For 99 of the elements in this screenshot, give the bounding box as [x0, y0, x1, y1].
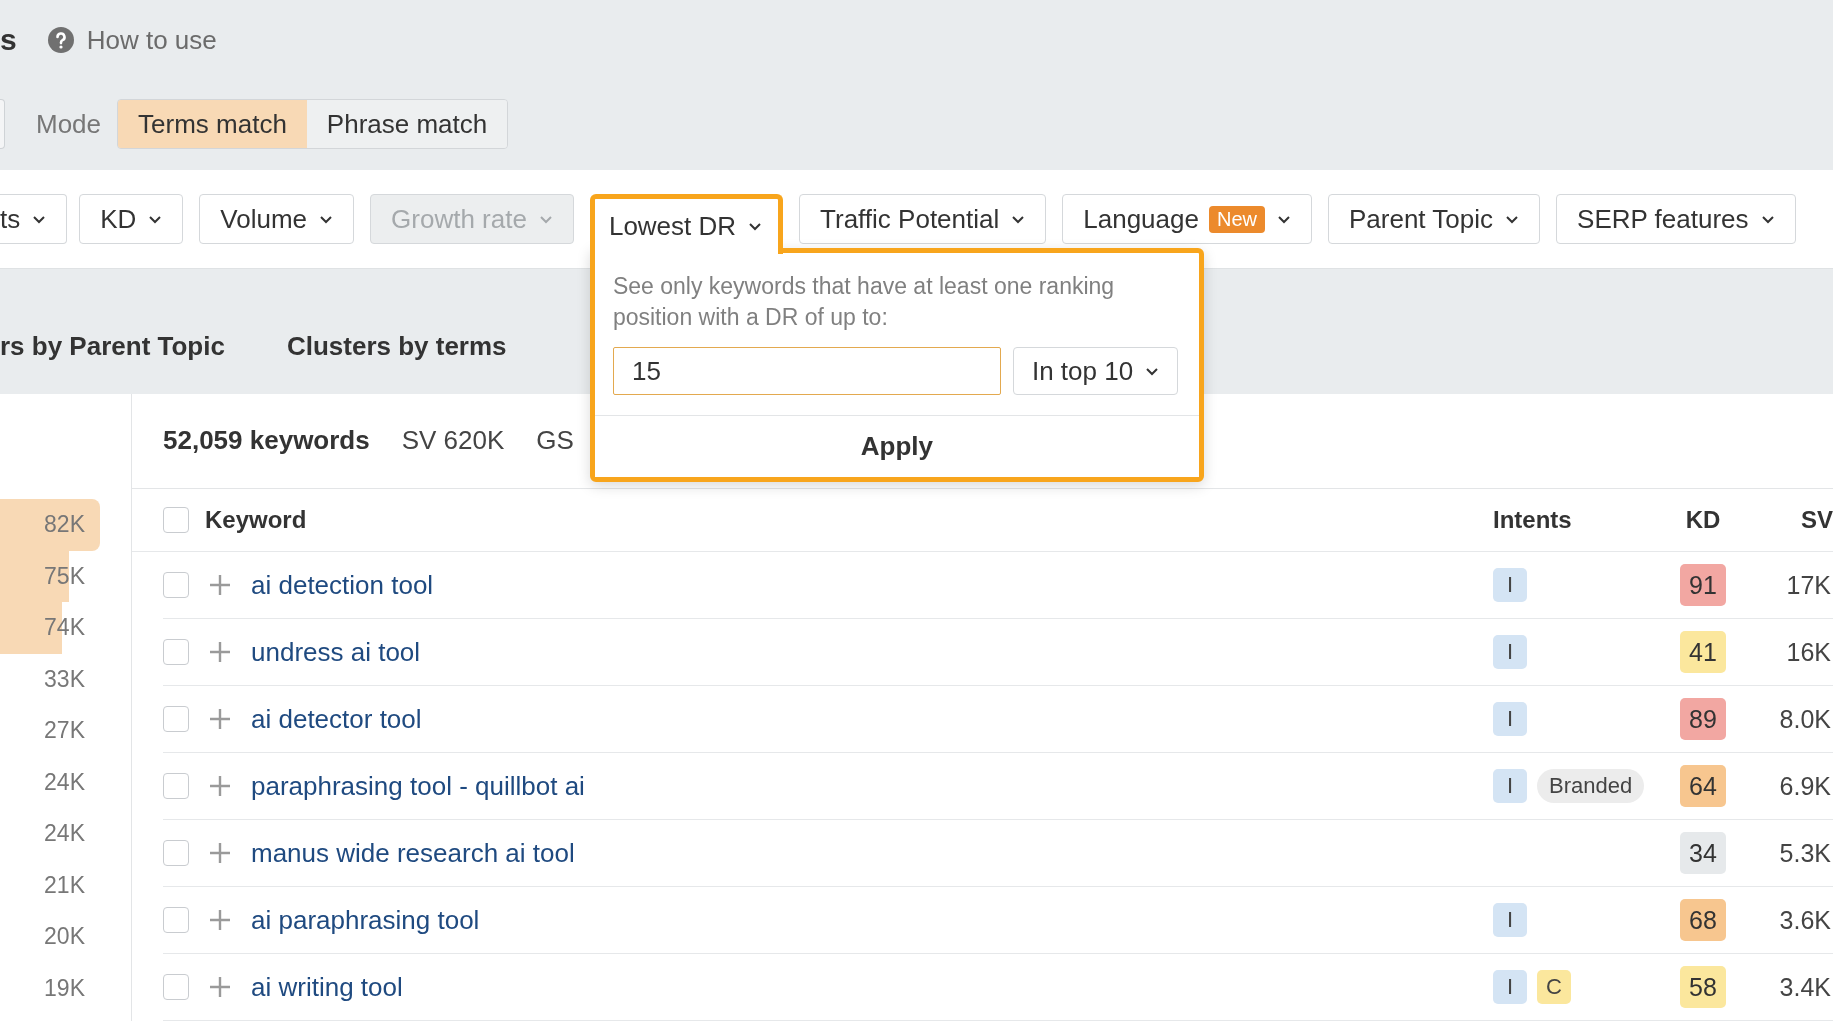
cluster-list-item[interactable]: 74K	[0, 602, 131, 654]
plus-icon[interactable]	[209, 842, 231, 864]
cluster-list-item[interactable]: 33K	[0, 653, 131, 705]
volume-value: 6.9K	[1779, 771, 1831, 801]
dr-input-field[interactable]: 15	[612, 347, 1001, 395]
chevron-down-icon	[1505, 214, 1520, 224]
volume-value: 5.3K	[1779, 838, 1831, 868]
filter-dropdown[interactable]: ts	[0, 194, 68, 244]
intent-badge: I	[1493, 635, 1527, 669]
help-icon	[46, 26, 75, 54]
volume-value: 17K	[1786, 570, 1831, 600]
keyword-link[interactable]: ai writing tool	[251, 971, 403, 1003]
filter-dropdown[interactable]: SERP features	[1556, 194, 1796, 244]
cluster-list-item[interactable]: 24K	[0, 808, 131, 860]
volume-value: 82K	[44, 511, 85, 539]
intent-badge: I	[1493, 769, 1527, 803]
volume-value: 24K	[44, 820, 85, 848]
chevron-down-icon	[1277, 214, 1291, 224]
column-header: SV	[1801, 506, 1833, 534]
intent-badge: C	[1537, 970, 1571, 1004]
cluster-list-item[interactable]: 24K	[0, 756, 131, 808]
page-title: s	[0, 23, 17, 57]
keyword-link[interactable]: paraphrasing tool - quillbot ai	[251, 770, 585, 802]
checkbox[interactable]	[163, 773, 189, 799]
checkbox[interactable]	[163, 974, 189, 1000]
intent-badge: I	[1493, 903, 1527, 937]
view-tab[interactable]: Clusters by terms	[286, 331, 507, 362]
search-volume-total: SV 620K	[401, 425, 505, 457]
plus-icon[interactable]	[209, 574, 231, 596]
chevron-down-icon	[1145, 366, 1160, 376]
chevron-down-icon	[748, 222, 763, 231]
position-dropdown[interactable]: In top 10	[1012, 347, 1179, 395]
new-badge: New	[1208, 205, 1265, 233]
checkbox[interactable]	[163, 840, 189, 866]
volume-value: 74K	[44, 614, 85, 642]
cluster-list-item[interactable]: 19K	[0, 962, 131, 1014]
chevron-down-icon	[538, 214, 553, 224]
filter-dropdown[interactable]: Parent Topic	[1328, 194, 1541, 244]
apply-button[interactable]: Apply	[594, 415, 1199, 477]
filter-dropdown[interactable]: Language New	[1062, 194, 1312, 244]
difficulty-badge: 58	[1680, 966, 1726, 1008]
plus-icon[interactable]	[209, 976, 231, 998]
difficulty-badge: 41	[1680, 631, 1726, 673]
filter-dropdown[interactable]: Traffic Potential	[799, 194, 1047, 244]
difficulty-badge: 34	[1680, 832, 1726, 874]
mode-toggle-option[interactable]: Phrase match	[306, 100, 508, 148]
plus-icon[interactable]	[209, 708, 231, 730]
help-link[interactable]: How to use	[34, 24, 217, 56]
volume-value: 24K	[44, 768, 85, 796]
keyword-link[interactable]: ai paraphrasing tool	[251, 904, 480, 936]
volume-value: 3.4K	[1779, 972, 1831, 1002]
volume-value: 33K	[44, 665, 85, 693]
checkbox[interactable]	[163, 572, 189, 598]
popup-description: See only keywords that have at least one ranking position with a DR of up to:	[612, 272, 1116, 332]
intent-badge: I	[1493, 970, 1527, 1004]
cluster-list-item[interactable]: 21K	[0, 859, 131, 911]
column-header: Keyword	[205, 506, 307, 534]
mode-toggle-option[interactable]: Terms match	[118, 100, 307, 148]
keyword-link[interactable]: manus wide research ai tool	[251, 837, 575, 869]
plus-icon[interactable]	[209, 641, 231, 663]
volume-value: 8.0K	[1779, 704, 1831, 734]
cluster-list-item[interactable]: 20K	[0, 911, 131, 963]
column-header: KD	[1685, 506, 1721, 534]
filter-dropdown[interactable]: KD	[79, 194, 184, 244]
difficulty-badge: 89	[1680, 698, 1726, 740]
volume-value: 19K	[44, 974, 85, 1002]
intent-badge: I	[1493, 702, 1527, 736]
mode-label: Mode	[36, 108, 102, 140]
filter-dropdown[interactable]: Lowest DR	[589, 194, 784, 254]
volume-value: 21K	[44, 871, 85, 899]
chevron-down-icon	[32, 214, 47, 224]
chevron-down-icon	[319, 214, 334, 224]
difficulty-badge: 64	[1680, 765, 1726, 807]
global-volume-label: GS	[536, 425, 574, 457]
plus-icon[interactable]	[209, 909, 231, 931]
volume-value: 3.6K	[1779, 905, 1831, 935]
keyword-count: 52,059 keywords	[163, 425, 370, 457]
plus-icon[interactable]	[209, 775, 231, 797]
keyword-link[interactable]: undress ai tool	[251, 636, 421, 668]
volume-value: 20K	[44, 923, 85, 951]
view-tab[interactable]: rs by Parent Topic	[0, 331, 225, 362]
chevron-down-icon	[1011, 214, 1026, 224]
difficulty-badge: 68	[1680, 899, 1726, 941]
filter-dropdown[interactable]: Volume	[199, 194, 355, 244]
column-header: Intents	[1493, 506, 1572, 534]
chevron-down-icon	[148, 214, 163, 224]
volume-value: 16K	[1786, 637, 1831, 667]
intent-badge: I	[1493, 568, 1527, 602]
cluster-list-item[interactable]: 27K	[0, 705, 131, 757]
checkbox[interactable]	[163, 907, 189, 933]
chevron-down-icon	[1760, 214, 1775, 224]
checkbox[interactable]	[163, 507, 189, 533]
checkbox[interactable]	[163, 706, 189, 732]
difficulty-badge: 91	[1680, 564, 1726, 606]
checkbox[interactable]	[163, 639, 189, 665]
volume-value: 27K	[44, 717, 85, 745]
keyword-link[interactable]: ai detector tool	[251, 703, 422, 735]
branded-tag: Branded	[1537, 769, 1645, 803]
keyword-link[interactable]: ai detection tool	[251, 569, 434, 601]
